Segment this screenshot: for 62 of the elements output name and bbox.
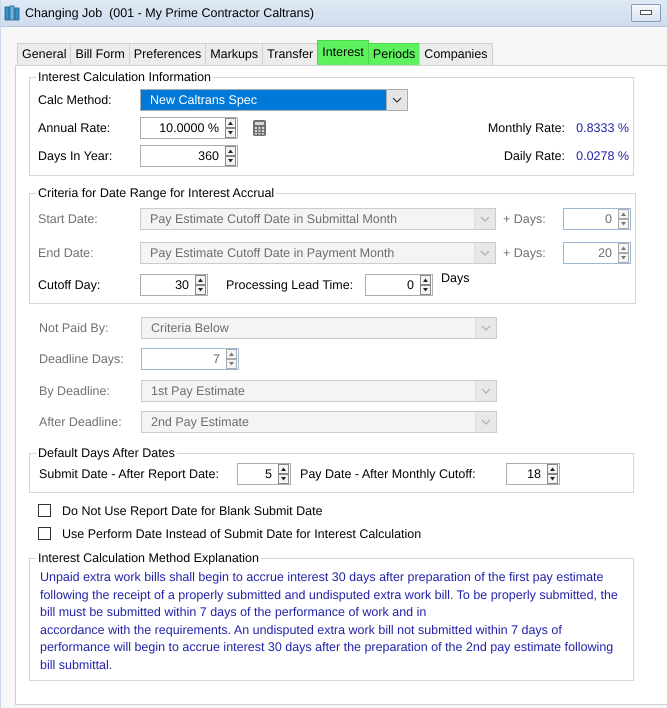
caret-icon	[392, 97, 402, 103]
spinner-icon[interactable]	[547, 464, 558, 484]
field-label: Calc Method:	[38, 93, 113, 107]
caret-icon	[481, 324, 491, 331]
spinner-icon[interactable]	[420, 275, 431, 295]
field-label: Days In Year:	[38, 149, 114, 163]
minimize-icon	[640, 10, 652, 16]
spin-field[interactable]: 0	[365, 274, 433, 296]
field-label: Deadline Days:	[39, 352, 125, 366]
field-label: After Deadline:	[39, 415, 123, 430]
caret-icon	[481, 388, 491, 394]
field-label: Annual Rate:	[38, 121, 112, 135]
group-title: Interest Calculation Information	[37, 70, 212, 84]
spin-field[interactable]: 30	[140, 274, 208, 296]
checkbox[interactable]	[38, 504, 51, 517]
group-title: Default Days After Dates	[37, 446, 176, 460]
field-label: Pay Date - After Monthly Cutoff:	[300, 467, 477, 481]
tab[interactable]: Preferences	[128, 43, 206, 65]
combo-field[interactable]: New Caltrans Spec	[140, 89, 408, 111]
group-title: Criteria for Date Range for Interest Accrual	[37, 186, 276, 200]
caret-icon	[480, 216, 490, 222]
field-label: Submit Date - After Report Date:	[38, 467, 220, 481]
spin-field[interactable]: 18	[506, 463, 560, 485]
spinner-icon[interactable]	[225, 118, 236, 138]
explanation-text: Unpaid extra work bills shall begin to accrue interest 30 days after preparation of the first pay estimate following the receipt of a properly submitted and undisputed extra work bill. To be properly submitted, the bill must be submitted within 7 days of the performance of work and in accordance with the requirements. An undisputed extra work bill not submitted within 7 days of performance will begin to accrue interest 30 days after the preparation of the 2nd pay estimate following bill submittal.	[40, 569, 619, 674]
field-label: Start Date:	[38, 212, 99, 226]
field-label: + Days:	[503, 212, 547, 226]
checkbox-label[interactable]: Use Perform Date Instead of Submit Date for Interest Calculation	[62, 526, 422, 540]
checkbox-label[interactable]: Do Not Use Report Date for Blank Submit Date	[62, 504, 323, 518]
caret-icon	[481, 419, 491, 426]
checkbox[interactable]	[38, 527, 51, 540]
field-label: Monthly Rate:	[486, 121, 565, 135]
books-icon	[4, 5, 20, 21]
spinner-icon[interactable]	[225, 146, 236, 166]
spin-field[interactable]: 360	[140, 145, 238, 167]
unit-label: Days	[441, 271, 470, 285]
rate-value: 0.0278 %	[575, 149, 629, 163]
rate-value: 0.8333 %	[575, 121, 629, 135]
tab[interactable]: Companies	[419, 43, 493, 65]
tab[interactable]: Transfer	[262, 43, 318, 65]
tab[interactable]: Interest	[317, 40, 369, 65]
tab[interactable]: Bill Form	[70, 43, 130, 65]
spin-field[interactable]: 10.0000 %	[140, 117, 238, 139]
minimize-button[interactable]	[631, 4, 661, 22]
field-label: End Date:	[38, 246, 95, 260]
spinner-icon[interactable]	[278, 464, 289, 484]
caret-icon	[480, 250, 490, 256]
field-label: Cutoff Day:	[38, 278, 102, 292]
spin-field[interactable]: 5	[237, 463, 291, 485]
field-label: Processing Lead Time:	[226, 278, 354, 292]
field-label: By Deadline:	[39, 384, 111, 398]
tab[interactable]: Periods	[368, 43, 420, 65]
tab[interactable]: General	[17, 43, 72, 65]
tab[interactable]: Markups	[205, 43, 264, 65]
field-label: Daily Rate:	[502, 149, 565, 163]
window-title: Changing Job (001 - My Prime Contractor Caltrans)	[25, 6, 316, 20]
spinner-icon[interactable]	[195, 275, 206, 295]
field-label: + Days:	[503, 246, 547, 260]
field-label: Not Paid By:	[39, 320, 110, 335]
group-title: Interest Calculation Method Explanation	[37, 551, 260, 565]
dropdown-button[interactable]	[386, 90, 407, 110]
calculator-icon[interactable]	[253, 120, 266, 136]
